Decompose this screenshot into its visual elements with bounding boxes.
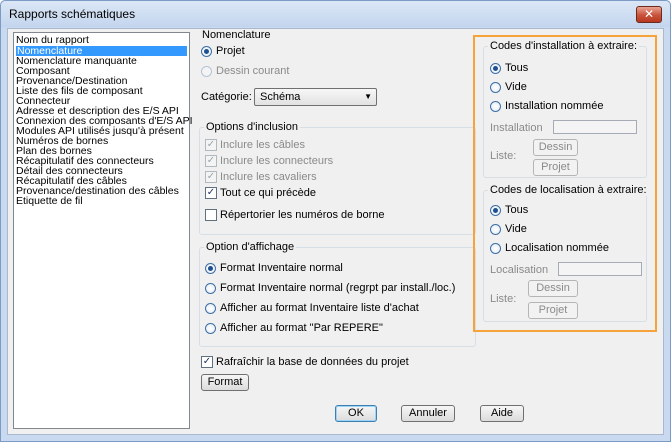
localisation-vide-label: Vide xyxy=(505,223,527,235)
affichage-label-0: Format Inventaire normal xyxy=(220,262,343,274)
installation-field-label: Installation xyxy=(490,122,543,134)
inclure-cavaliers-checkbox[interactable]: ✓ xyxy=(205,171,217,183)
dialog-body: Nom du rapport Nomenclature Nomenclature… xyxy=(7,28,664,435)
affichage-label-3: Afficher au format "Par REPERE" xyxy=(220,322,383,334)
categorie-label: Catégorie: xyxy=(201,91,252,103)
title-bar[interactable]: Rapports schématiques ✕ xyxy=(1,1,670,27)
close-button[interactable]: ✕ xyxy=(636,6,662,23)
list-item[interactable]: Etiquette de fil xyxy=(16,196,83,207)
affichage-title: Option d'affichage xyxy=(204,241,297,253)
localisation-projet-button[interactable]: Projet xyxy=(528,302,578,319)
localisation-nommee-label: Localisation nommée xyxy=(505,242,609,254)
localisation-field-label: Localisation xyxy=(490,264,549,276)
localisation-tous-label: Tous xyxy=(505,204,529,216)
affichage-radio-0[interactable] xyxy=(205,263,216,274)
localisation-nommee-radio[interactable] xyxy=(490,243,501,254)
check-icon: ✓ xyxy=(206,187,216,198)
affichage-radio-2[interactable] xyxy=(205,303,216,314)
check-icon: ✓ xyxy=(206,171,216,182)
tout-ce-qui-precede-checkbox[interactable]: ✓ xyxy=(205,187,217,199)
check-icon: ✓ xyxy=(206,155,216,166)
check-icon: ✓ xyxy=(206,139,216,150)
format-button[interactable]: Format xyxy=(201,374,249,391)
localisation-vide-radio[interactable] xyxy=(490,224,501,235)
installation-liste-label: Liste: xyxy=(490,150,517,162)
dessin-courant-label: Dessin courant xyxy=(216,65,290,77)
dialog-window: Rapports schématiques ✕ Nom du rapport N… xyxy=(0,0,671,442)
rafraichir-label: Rafraîchir la base de données du projet xyxy=(216,356,409,368)
rafraichir-checkbox[interactable]: ✓ xyxy=(201,356,213,368)
installation-vide-label: Vide xyxy=(505,81,527,93)
categorie-value: Schéma xyxy=(260,91,301,103)
inclure-cables-checkbox[interactable]: ✓ xyxy=(205,139,217,151)
localisation-dessin-button[interactable]: Dessin xyxy=(528,280,578,297)
localisation-title: Codes de localisation à extraire: xyxy=(488,184,649,196)
affichage-label-2: Afficher au format Inventaire liste d'ac… xyxy=(220,302,419,314)
inclure-cables-label: Inclure les câbles xyxy=(220,139,305,151)
projet-label: Projet xyxy=(216,45,245,57)
inclure-connecteurs-checkbox[interactable]: ✓ xyxy=(205,155,217,167)
nomenclature-title: Nomenclature xyxy=(202,29,271,41)
localisation-liste-label: Liste: xyxy=(490,293,517,305)
report-list-header: Nom du rapport xyxy=(16,34,89,46)
affichage-radio-1[interactable] xyxy=(205,283,216,294)
tout-ce-qui-precede-label: Tout ce qui précède xyxy=(220,187,317,199)
aide-button[interactable]: Aide xyxy=(480,405,524,422)
installation-tous-label: Tous xyxy=(505,62,529,74)
installation-nommee-label: Installation nommée xyxy=(505,100,604,112)
installation-nommee-radio[interactable] xyxy=(490,101,501,112)
report-list[interactable]: Nom du rapport Nomenclature Nomenclature… xyxy=(13,32,193,429)
installation-projet-button[interactable]: Projet xyxy=(533,159,578,176)
ok-button[interactable]: OK xyxy=(335,405,377,422)
dessin-courant-radio[interactable] xyxy=(201,66,212,77)
window-title: Rapports schématiques xyxy=(9,7,136,21)
chevron-down-icon: ▼ xyxy=(364,92,372,101)
inclusion-title: Options d'inclusion xyxy=(204,121,300,133)
localisation-tous-radio[interactable] xyxy=(490,205,501,216)
annuler-button[interactable]: Annuler xyxy=(401,405,455,422)
check-icon: ✓ xyxy=(202,356,212,367)
inclure-cavaliers-label: Inclure les cavaliers xyxy=(220,171,317,183)
installation-dessin-button[interactable]: Dessin xyxy=(533,139,578,156)
installation-vide-radio[interactable] xyxy=(490,82,501,93)
affichage-label-1: Format Inventaire normal (regrpt par ins… xyxy=(220,282,456,294)
installation-title: Codes d'installation à extraire: xyxy=(488,40,640,52)
close-icon: ✕ xyxy=(643,7,655,21)
inclure-connecteurs-label: Inclure les connecteurs xyxy=(220,155,334,167)
installation-input[interactable] xyxy=(553,120,637,134)
repertorier-checkbox[interactable] xyxy=(205,209,217,221)
categorie-select[interactable]: Schéma ▼ xyxy=(254,88,377,106)
repertorier-label: Répertorier les numéros de borne xyxy=(220,209,385,221)
affichage-radio-3[interactable] xyxy=(205,323,216,334)
installation-tous-radio[interactable] xyxy=(490,63,501,74)
projet-radio[interactable] xyxy=(201,46,212,57)
localisation-input[interactable] xyxy=(558,262,642,276)
